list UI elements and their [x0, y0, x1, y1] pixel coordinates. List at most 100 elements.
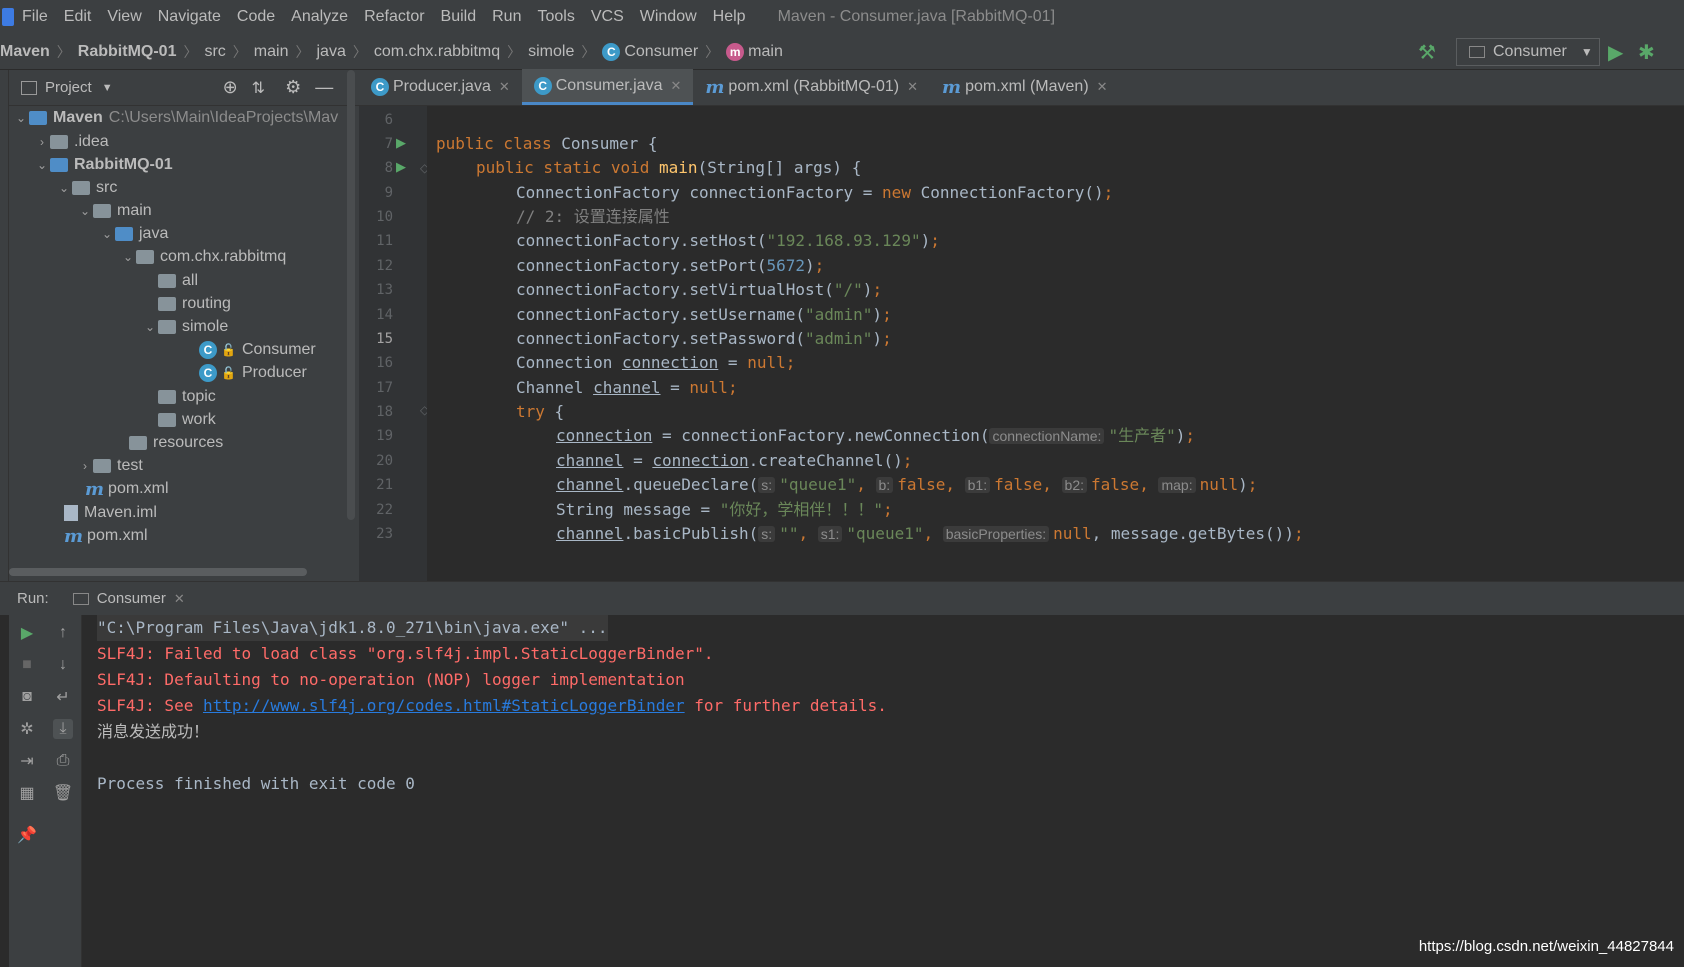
tree-item-maven-iml[interactable]: Maven.iml: [64, 501, 157, 525]
breadcrumb-maven[interactable]: Maven: [0, 43, 50, 61]
tree-item-pom-root[interactable]: m pom.xml: [64, 524, 148, 548]
tree-item-all[interactable]: all: [158, 269, 198, 293]
tree-item-topic[interactable]: topic: [158, 385, 216, 409]
tree-item-routing[interactable]: routing: [158, 292, 231, 316]
gear-icon[interactable]: ⚙: [285, 77, 301, 98]
menu-view[interactable]: View: [99, 8, 149, 26]
tree-item-simole[interactable]: ⌄ simole: [142, 315, 228, 339]
arrow-down-icon[interactable]: ↓: [53, 655, 73, 675]
tree-item-resources[interactable]: resources: [129, 431, 223, 455]
tree-item-java[interactable]: ⌄ java: [99, 222, 168, 246]
code-token: (String[] args) {: [697, 158, 862, 177]
arrow-up-icon[interactable]: ↑: [53, 623, 73, 643]
horizontal-scrollbar[interactable]: [9, 568, 307, 576]
tree-item-consumer[interactable]: C 🔓 Consumer: [199, 338, 316, 362]
code-editor[interactable]: public class Consumer { public static vo…: [427, 106, 1684, 581]
menu-vcs[interactable]: VCS: [583, 8, 632, 26]
locate-target-icon[interactable]: ⊕: [223, 77, 238, 98]
pin-icon[interactable]: 📌: [17, 825, 37, 845]
breadcrumb-simole[interactable]: simole: [528, 43, 574, 61]
trash-icon[interactable]: 🗑: [53, 783, 73, 803]
breadcrumb-consumer[interactable]: Consumer: [624, 43, 698, 61]
chevron-down-icon: ▼: [1580, 45, 1593, 59]
close-icon[interactable]: ✕: [670, 78, 681, 94]
line-number: 15: [376, 331, 393, 347]
run-config-select[interactable]: Consumer ▼: [1456, 38, 1600, 66]
menu-file[interactable]: File: [14, 8, 56, 26]
menu-help[interactable]: Help: [705, 8, 754, 26]
line-number: 16: [376, 355, 393, 371]
chevron-down-icon[interactable]: ▼: [102, 82, 113, 94]
close-icon[interactable]: ✕: [1097, 79, 1108, 95]
lock-icon: 🔓: [221, 343, 236, 357]
console-exit-line: Process finished with exit code 0: [97, 774, 415, 793]
chevron-right-icon: 〉: [232, 43, 247, 60]
exit-icon[interactable]: ⇥: [17, 751, 37, 771]
tree-item-src[interactable]: ⌄ src: [56, 176, 117, 200]
rerun-icon[interactable]: ▶: [17, 623, 37, 643]
menu-refactor[interactable]: Refactor: [356, 8, 432, 26]
breadcrumb-rabbitmq[interactable]: RabbitMQ-01: [78, 43, 177, 61]
collapse-all-icon[interactable]: ⇅: [252, 78, 265, 98]
tree-item-package[interactable]: ⌄ com.chx.rabbitmq: [120, 245, 286, 269]
param-hint: connectionName:: [989, 428, 1105, 444]
tree-item-rabbitmq[interactable]: ⌄ RabbitMQ-01: [34, 153, 173, 177]
tab-pom-maven[interactable]: m pom.xml (Maven) ✕: [930, 69, 1120, 105]
tab-consumer[interactable]: C Consumer.java ✕: [521, 69, 694, 105]
tree-item-label: pom.xml: [87, 527, 148, 544]
run-gutter-icon[interactable]: ▶: [396, 159, 406, 175]
console-output-line: 消息发送成功！: [97, 722, 210, 741]
close-icon[interactable]: ✕: [907, 79, 918, 95]
vertical-scrollbar[interactable]: [347, 70, 355, 520]
layout-icon[interactable]: ▦: [17, 783, 37, 803]
tab-pom-rabbitmq[interactable]: m pom.xml (RabbitMQ-01) ✕: [693, 69, 930, 105]
menu-build[interactable]: Build: [433, 8, 485, 26]
run-gutter-icon[interactable]: ▶: [396, 135, 406, 151]
stop-icon[interactable]: ■: [17, 655, 37, 675]
code-token: connection: [621, 353, 719, 372]
build-hammer-icon[interactable]: ⚒: [1418, 40, 1436, 65]
settings-icon[interactable]: ✲: [17, 719, 37, 739]
tab-producer[interactable]: C Producer.java ✕: [359, 69, 522, 105]
menu-run[interactable]: Run: [484, 8, 529, 26]
breadcrumb-method-main[interactable]: main: [748, 43, 783, 61]
line-number: 13: [376, 282, 393, 298]
tree-item-pom-module[interactable]: m pom.xml: [85, 477, 169, 501]
breadcrumb-src[interactable]: src: [204, 43, 225, 61]
menu-navigate[interactable]: Navigate: [150, 8, 229, 26]
menu-edit[interactable]: Edit: [56, 8, 100, 26]
console-error-line: SLF4J: Defaulting to no-operation (NOP) …: [97, 670, 685, 689]
menu-window[interactable]: Window: [632, 8, 705, 26]
code-token: null: [1053, 524, 1092, 543]
breadcrumb-java[interactable]: java: [316, 43, 345, 61]
camera-icon[interactable]: ◙: [17, 687, 37, 707]
run-tab-consumer[interactable]: Consumer: [97, 590, 166, 607]
tree-item-maven[interactable]: ⌄ Maven C:\Users\Main\IdeaProjects\Mav: [13, 106, 338, 130]
menu-code[interactable]: Code: [229, 8, 283, 26]
code-token: "admin": [804, 329, 873, 348]
code-token: ,: [945, 475, 965, 494]
debug-bug-icon[interactable]: ✱: [1638, 40, 1655, 65]
breadcrumb-package[interactable]: com.chx.rabbitmq: [374, 43, 500, 61]
minimize-icon[interactable]: —: [315, 77, 333, 98]
soft-wrap-icon[interactable]: ↵: [53, 687, 73, 707]
code-token: connectionFactory.setUsername(: [516, 305, 805, 324]
tree-item-producer[interactable]: C 🔓 Producer: [199, 361, 307, 385]
folder-icon: [50, 135, 68, 149]
tree-item-test[interactable]: › test: [77, 454, 143, 478]
tree-item-label: Producer: [241, 364, 307, 381]
tree-item-work[interactable]: work: [158, 408, 216, 432]
class-icon: C: [199, 341, 217, 359]
project-panel-title[interactable]: Project: [45, 79, 92, 96]
breadcrumb-main[interactable]: main: [254, 43, 289, 61]
print-icon[interactable]: ⎙: [53, 751, 73, 771]
menu-analyze[interactable]: Analyze: [283, 8, 356, 26]
tree-item-main[interactable]: ⌄ main: [77, 199, 152, 223]
run-icon[interactable]: ▶: [1608, 40, 1623, 65]
scroll-to-end-icon[interactable]: ⤓: [53, 719, 73, 739]
console-link[interactable]: http://www.slf4j.org/codes.html#StaticLo…: [203, 696, 685, 715]
close-icon[interactable]: ✕: [174, 591, 185, 607]
menu-tools[interactable]: Tools: [529, 8, 582, 26]
tree-item-idea[interactable]: › .idea: [34, 130, 109, 154]
close-icon[interactable]: ✕: [499, 79, 510, 95]
